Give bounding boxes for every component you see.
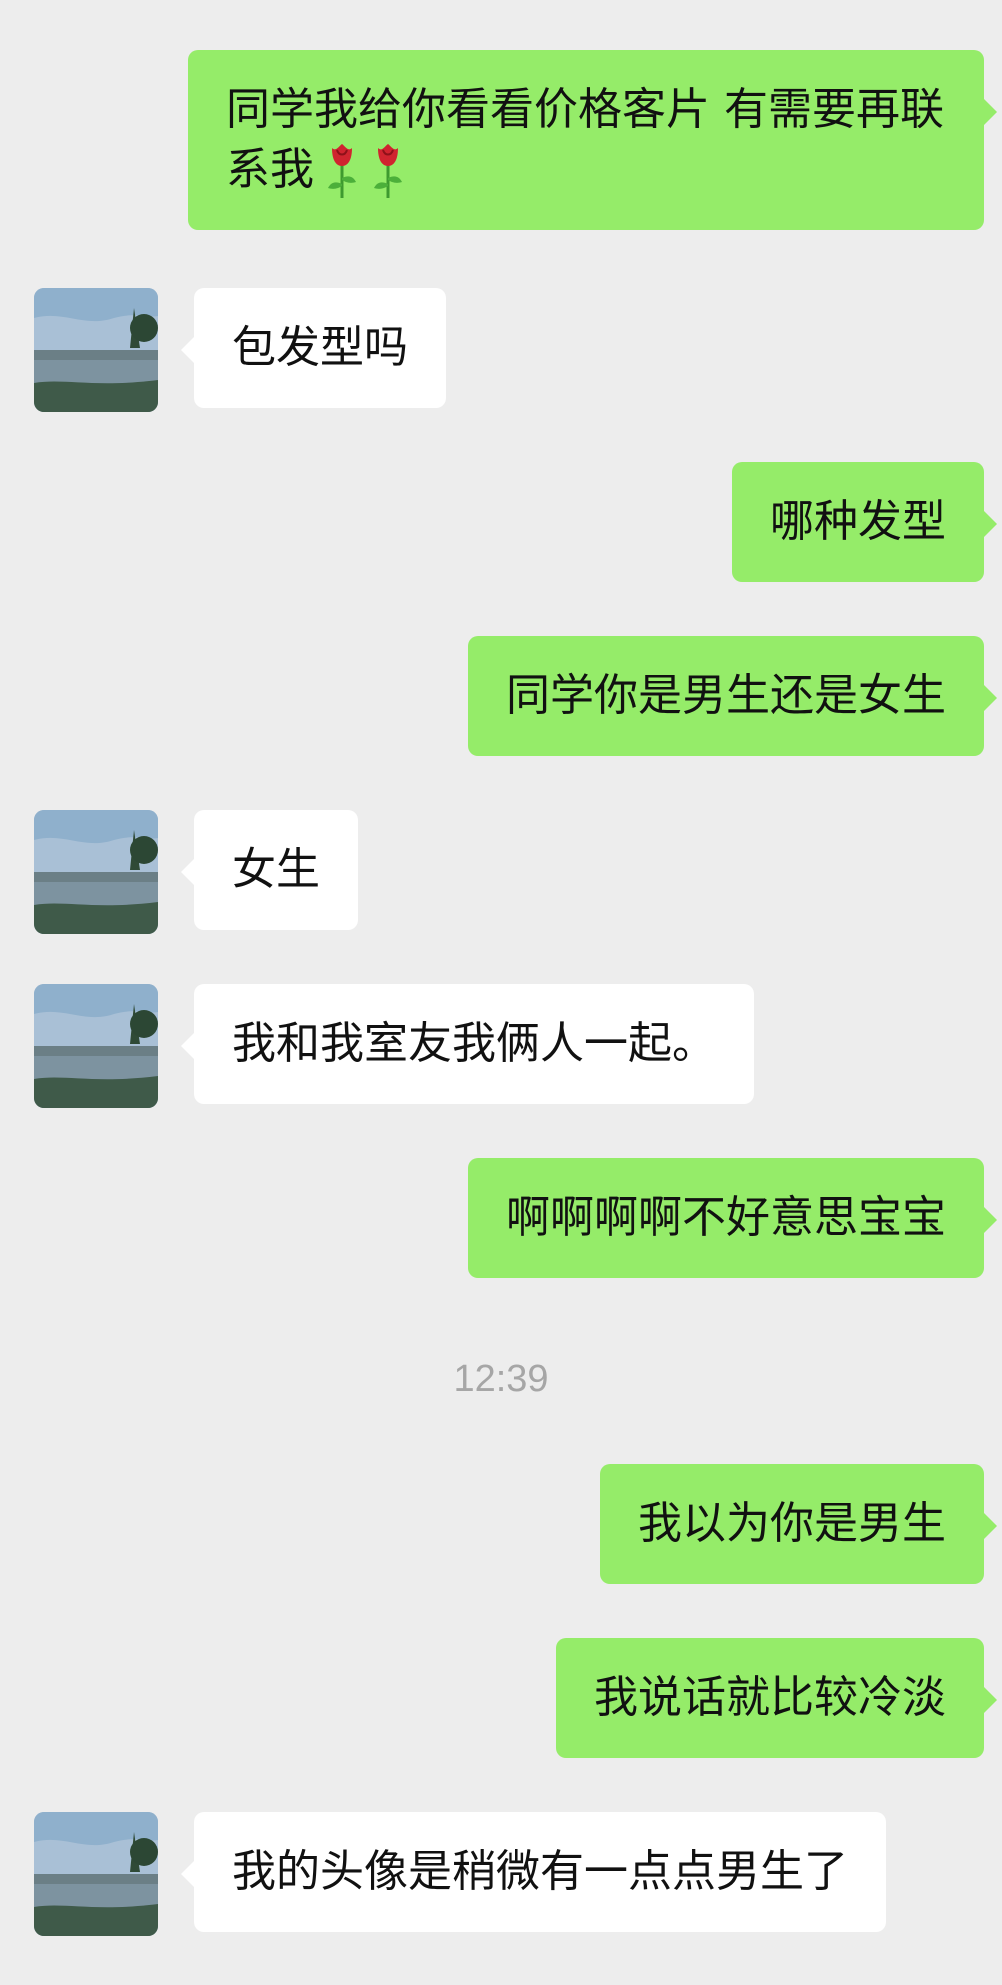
message-bubble-incoming[interactable]: 女生 [181, 810, 358, 930]
message-row-outgoing: 哪种发型 [732, 462, 997, 582]
message-timestamp: 12:39 [453, 1358, 549, 1400]
message-bubble-outgoing[interactable]: 啊啊啊啊不好意思宝宝 [468, 1158, 997, 1278]
message-row-outgoing: 我以为你是男生 [600, 1464, 997, 1584]
message-row-outgoing: 同学我给你看看价格客片 有需要再联系我 [188, 50, 997, 230]
message-text: 女生 [232, 844, 320, 895]
avatar[interactable] [34, 984, 158, 1108]
message-row-incoming: 我的头像是稍微有一点点男生了 [34, 1812, 886, 1936]
rose-icon [324, 140, 360, 200]
message-bubble-incoming[interactable]: 我的头像是稍微有一点点男生了 [181, 1812, 886, 1932]
message-text: 我和我室友我俩人一起。 [232, 1018, 716, 1069]
message-row-outgoing: 同学你是男生还是女生 [468, 636, 997, 756]
message-row-incoming: 包发型吗 [34, 288, 446, 412]
rose-icon [370, 140, 406, 200]
message-row-incoming: 女生 [34, 810, 358, 934]
message-bubble-outgoing[interactable]: 我以为你是男生 [600, 1464, 997, 1584]
avatar[interactable] [34, 1812, 158, 1936]
message-bubble-outgoing[interactable]: 哪种发型 [732, 462, 997, 582]
message-row-outgoing: 啊啊啊啊不好意思宝宝 [468, 1158, 997, 1278]
avatar[interactable] [34, 288, 158, 412]
message-text: 哪种发型 [770, 496, 946, 547]
chat-area[interactable]: 同学我给你看看价格客片 有需要再联系我 包发型吗 哪种发型 同学你是男生还是女生… [0, 0, 1002, 1985]
message-bubble-outgoing[interactable]: 同学我给你看看价格客片 有需要再联系我 [188, 50, 997, 230]
message-text: 我的头像是稍微有一点点男生了 [232, 1846, 848, 1897]
message-row-outgoing: 我说话就比较冷淡 [556, 1638, 997, 1758]
message-text: 啊啊啊啊不好意思宝宝 [506, 1192, 946, 1243]
message-text: 包发型吗 [232, 322, 408, 373]
message-text: 我说话就比较冷淡 [594, 1672, 946, 1723]
message-text: 同学你是男生还是女生 [506, 670, 946, 721]
message-text: 我以为你是男生 [638, 1498, 946, 1549]
message-bubble-incoming[interactable]: 包发型吗 [181, 288, 446, 408]
message-bubble-outgoing[interactable]: 同学你是男生还是女生 [468, 636, 997, 756]
avatar[interactable] [34, 810, 158, 934]
message-row-incoming: 我和我室友我俩人一起。 [34, 984, 754, 1108]
message-bubble-incoming[interactable]: 我和我室友我俩人一起。 [181, 984, 754, 1104]
message-bubble-outgoing[interactable]: 我说话就比较冷淡 [556, 1638, 997, 1758]
